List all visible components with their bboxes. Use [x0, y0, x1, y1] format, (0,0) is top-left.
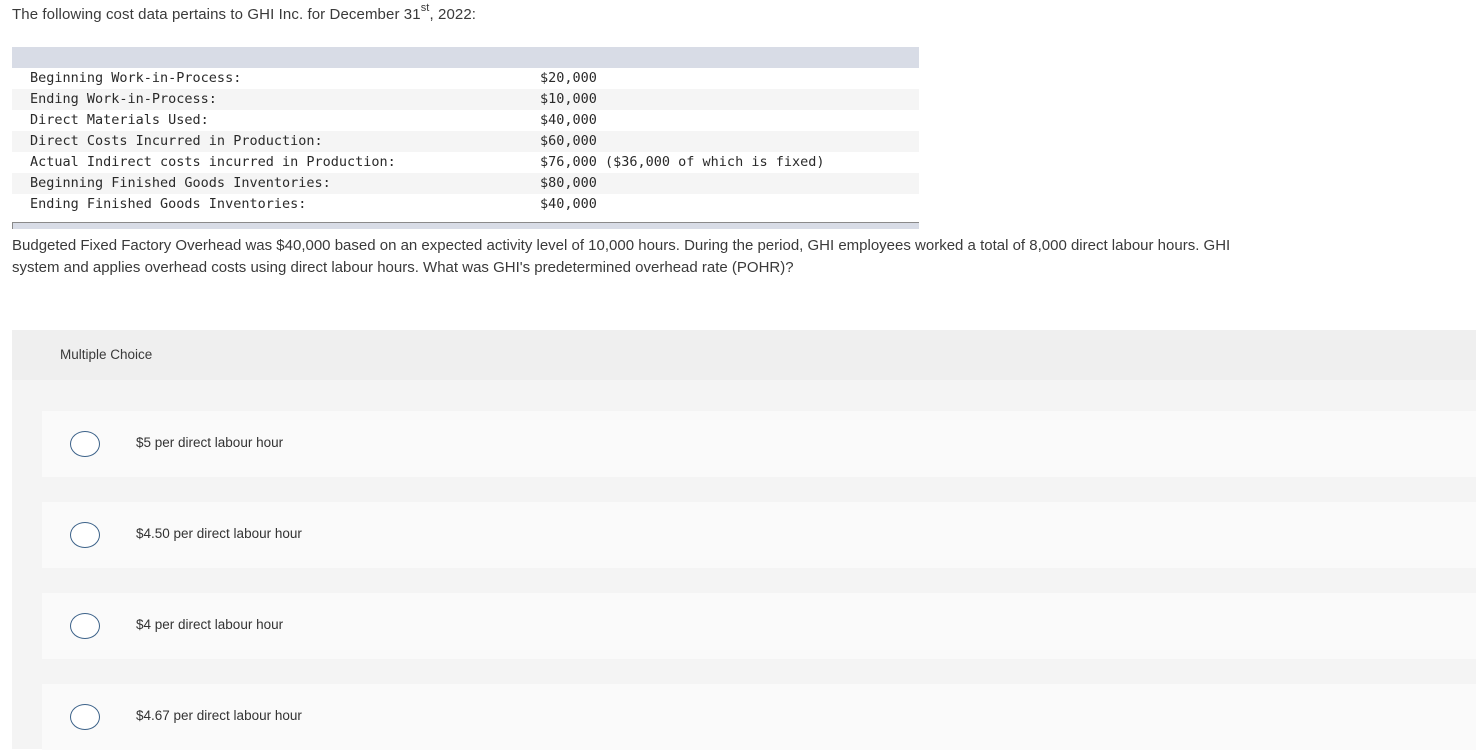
question-text: Budgeted Fixed Factory Overhead was $40,…: [12, 235, 1476, 279]
table-row: Ending Finished Goods Inventories: $40,0…: [12, 194, 919, 215]
row-label: Direct Costs Incurred in Production:: [30, 133, 323, 149]
row-value: $76,000 ($36,000 of which is fixed): [540, 154, 825, 170]
table-footer: [12, 222, 919, 229]
table-row: Beginning Finished Goods Inventories: $8…: [12, 173, 919, 194]
table-header: [12, 47, 919, 68]
radio-button-icon[interactable]: [70, 522, 100, 548]
radio-button-icon[interactable]: [70, 704, 100, 730]
row-value: $10,000: [540, 91, 597, 107]
row-label: Ending Work-in-Process:: [30, 91, 217, 107]
answer-option-label: $4 per direct labour hour: [136, 617, 284, 632]
multiple-choice-header: Multiple Choice: [12, 330, 1476, 380]
table-row: Beginning Work-in-Process: $20,000: [12, 68, 919, 89]
row-label: Beginning Work-in-Process:: [30, 70, 242, 86]
multiple-choice-panel: Multiple Choice $5 per direct labour hou…: [12, 330, 1476, 750]
answer-option-label: $4.50 per direct labour hour: [136, 526, 302, 541]
row-value: $60,000: [540, 133, 597, 149]
answer-option-label: $5 per direct labour hour: [136, 435, 284, 450]
intro-text: The following cost data pertains to GHI …: [12, 2, 477, 23]
intro-main: The following cost data pertains to GHI …: [12, 6, 421, 23]
answer-option[interactable]: $4.50 per direct labour hour: [42, 502, 1476, 568]
radio-button-icon[interactable]: [70, 431, 100, 457]
intro-suffix: , 2022:: [429, 6, 477, 23]
cost-data-table: Beginning Work-in-Process: $20,000 Endin…: [12, 47, 919, 215]
row-value: $80,000: [540, 175, 597, 191]
intro-superscript: st: [420, 2, 430, 14]
question-line-1: Budgeted Fixed Factory Overhead was $40,…: [12, 237, 1231, 254]
answer-option[interactable]: $5 per direct labour hour: [42, 411, 1476, 477]
row-label: Actual Indirect costs incurred in Produc…: [30, 154, 396, 170]
answer-option[interactable]: $4 per direct labour hour: [42, 593, 1476, 659]
row-value: $40,000: [540, 196, 597, 212]
row-value: $20,000: [540, 70, 597, 86]
row-label: Beginning Finished Goods Inventories:: [30, 175, 331, 191]
radio-button-icon[interactable]: [70, 613, 100, 639]
answer-option-label: $4.67 per direct labour hour: [136, 708, 302, 723]
table-row: Ending Work-in-Process: $10,000: [12, 89, 919, 110]
table-row: Actual Indirect costs incurred in Produc…: [12, 152, 919, 173]
table-row: Direct Materials Used: $40,000: [12, 110, 919, 131]
question-line-2: system and applies overhead costs using …: [12, 259, 794, 276]
row-label: Ending Finished Goods Inventories:: [30, 196, 307, 212]
row-label: Direct Materials Used:: [30, 112, 209, 128]
multiple-choice-title: Multiple Choice: [60, 347, 153, 362]
table-row: Direct Costs Incurred in Production: $60…: [12, 131, 919, 152]
row-value: $40,000: [540, 112, 597, 128]
answer-option[interactable]: $4.67 per direct labour hour: [42, 684, 1476, 750]
